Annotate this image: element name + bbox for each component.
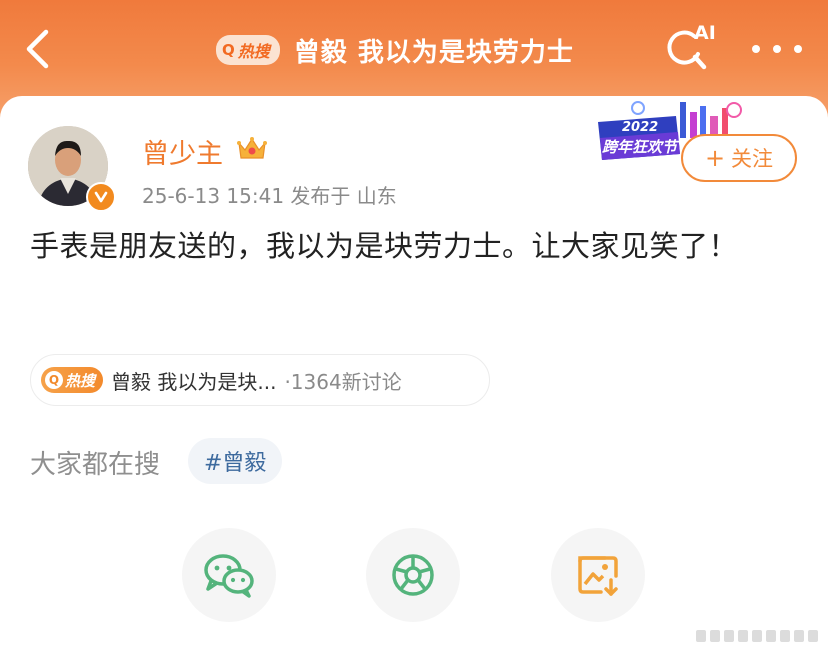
hot-search-badge: Q 热搜 [41, 367, 104, 393]
more-dot [752, 45, 760, 53]
wechat-icon [204, 554, 254, 598]
back-button[interactable] [14, 22, 60, 76]
post-meta: 25-6-13 15:41 发布于 山东 [142, 184, 397, 208]
hot-search-badge: Q 热搜 [216, 35, 280, 65]
page-title: 曾毅 我以为是块劳力士 [293, 37, 574, 68]
username[interactable]: 曾少主 [142, 132, 223, 171]
share-moments-button[interactable] [366, 528, 460, 622]
hot-topic-link[interactable]: Q 热搜 曾毅 我以为是块... ·1364新讨论 [30, 354, 490, 406]
watermark-strip [696, 628, 820, 642]
share-wechat-button[interactable] [182, 528, 276, 622]
ai-label: AI [694, 22, 716, 44]
chevron-left-icon [26, 29, 49, 69]
ai-search-button[interactable]: AI [664, 22, 720, 74]
promo-label: 跨年狂欢节 [602, 138, 678, 156]
more-dot [773, 45, 781, 53]
more-button[interactable] [752, 34, 802, 64]
post-text: 手表是朋友送的，我以为是块劳力士。让大家见笑了！ [30, 229, 739, 263]
hashtag-chip[interactable]: #曾毅 [188, 438, 283, 484]
topic-name: 曾毅 我以为是块... [111, 369, 277, 394]
save-image-icon [578, 556, 618, 596]
search-icon: Q [45, 371, 63, 389]
follow-label: 关注 [731, 147, 774, 171]
plus-icon: + [704, 144, 726, 172]
hot-search-label: 热搜 [237, 42, 270, 61]
everyone-searching-label: 大家都在搜 [30, 450, 161, 480]
promo-year: 2022 [622, 120, 659, 135]
hot-search-label: 热搜 [65, 371, 96, 390]
search-icon: Q [222, 41, 235, 59]
more-dot [794, 45, 802, 53]
crown-icon [237, 137, 267, 159]
moments-icon [392, 554, 434, 596]
post-card: 曾少主 25-6-13 15:41 发布于 山东 2022 跨年狂欢节 + 关注… [0, 96, 828, 651]
follow-button[interactable]: + 关注 [681, 134, 797, 182]
save-image-button[interactable] [551, 528, 645, 622]
topic-discussion-count: ·1364新讨论 [284, 369, 402, 394]
verified-badge-icon [86, 182, 116, 212]
header-title-group[interactable]: Q 热搜 曾毅 我以为是块劳力士 [216, 28, 574, 72]
